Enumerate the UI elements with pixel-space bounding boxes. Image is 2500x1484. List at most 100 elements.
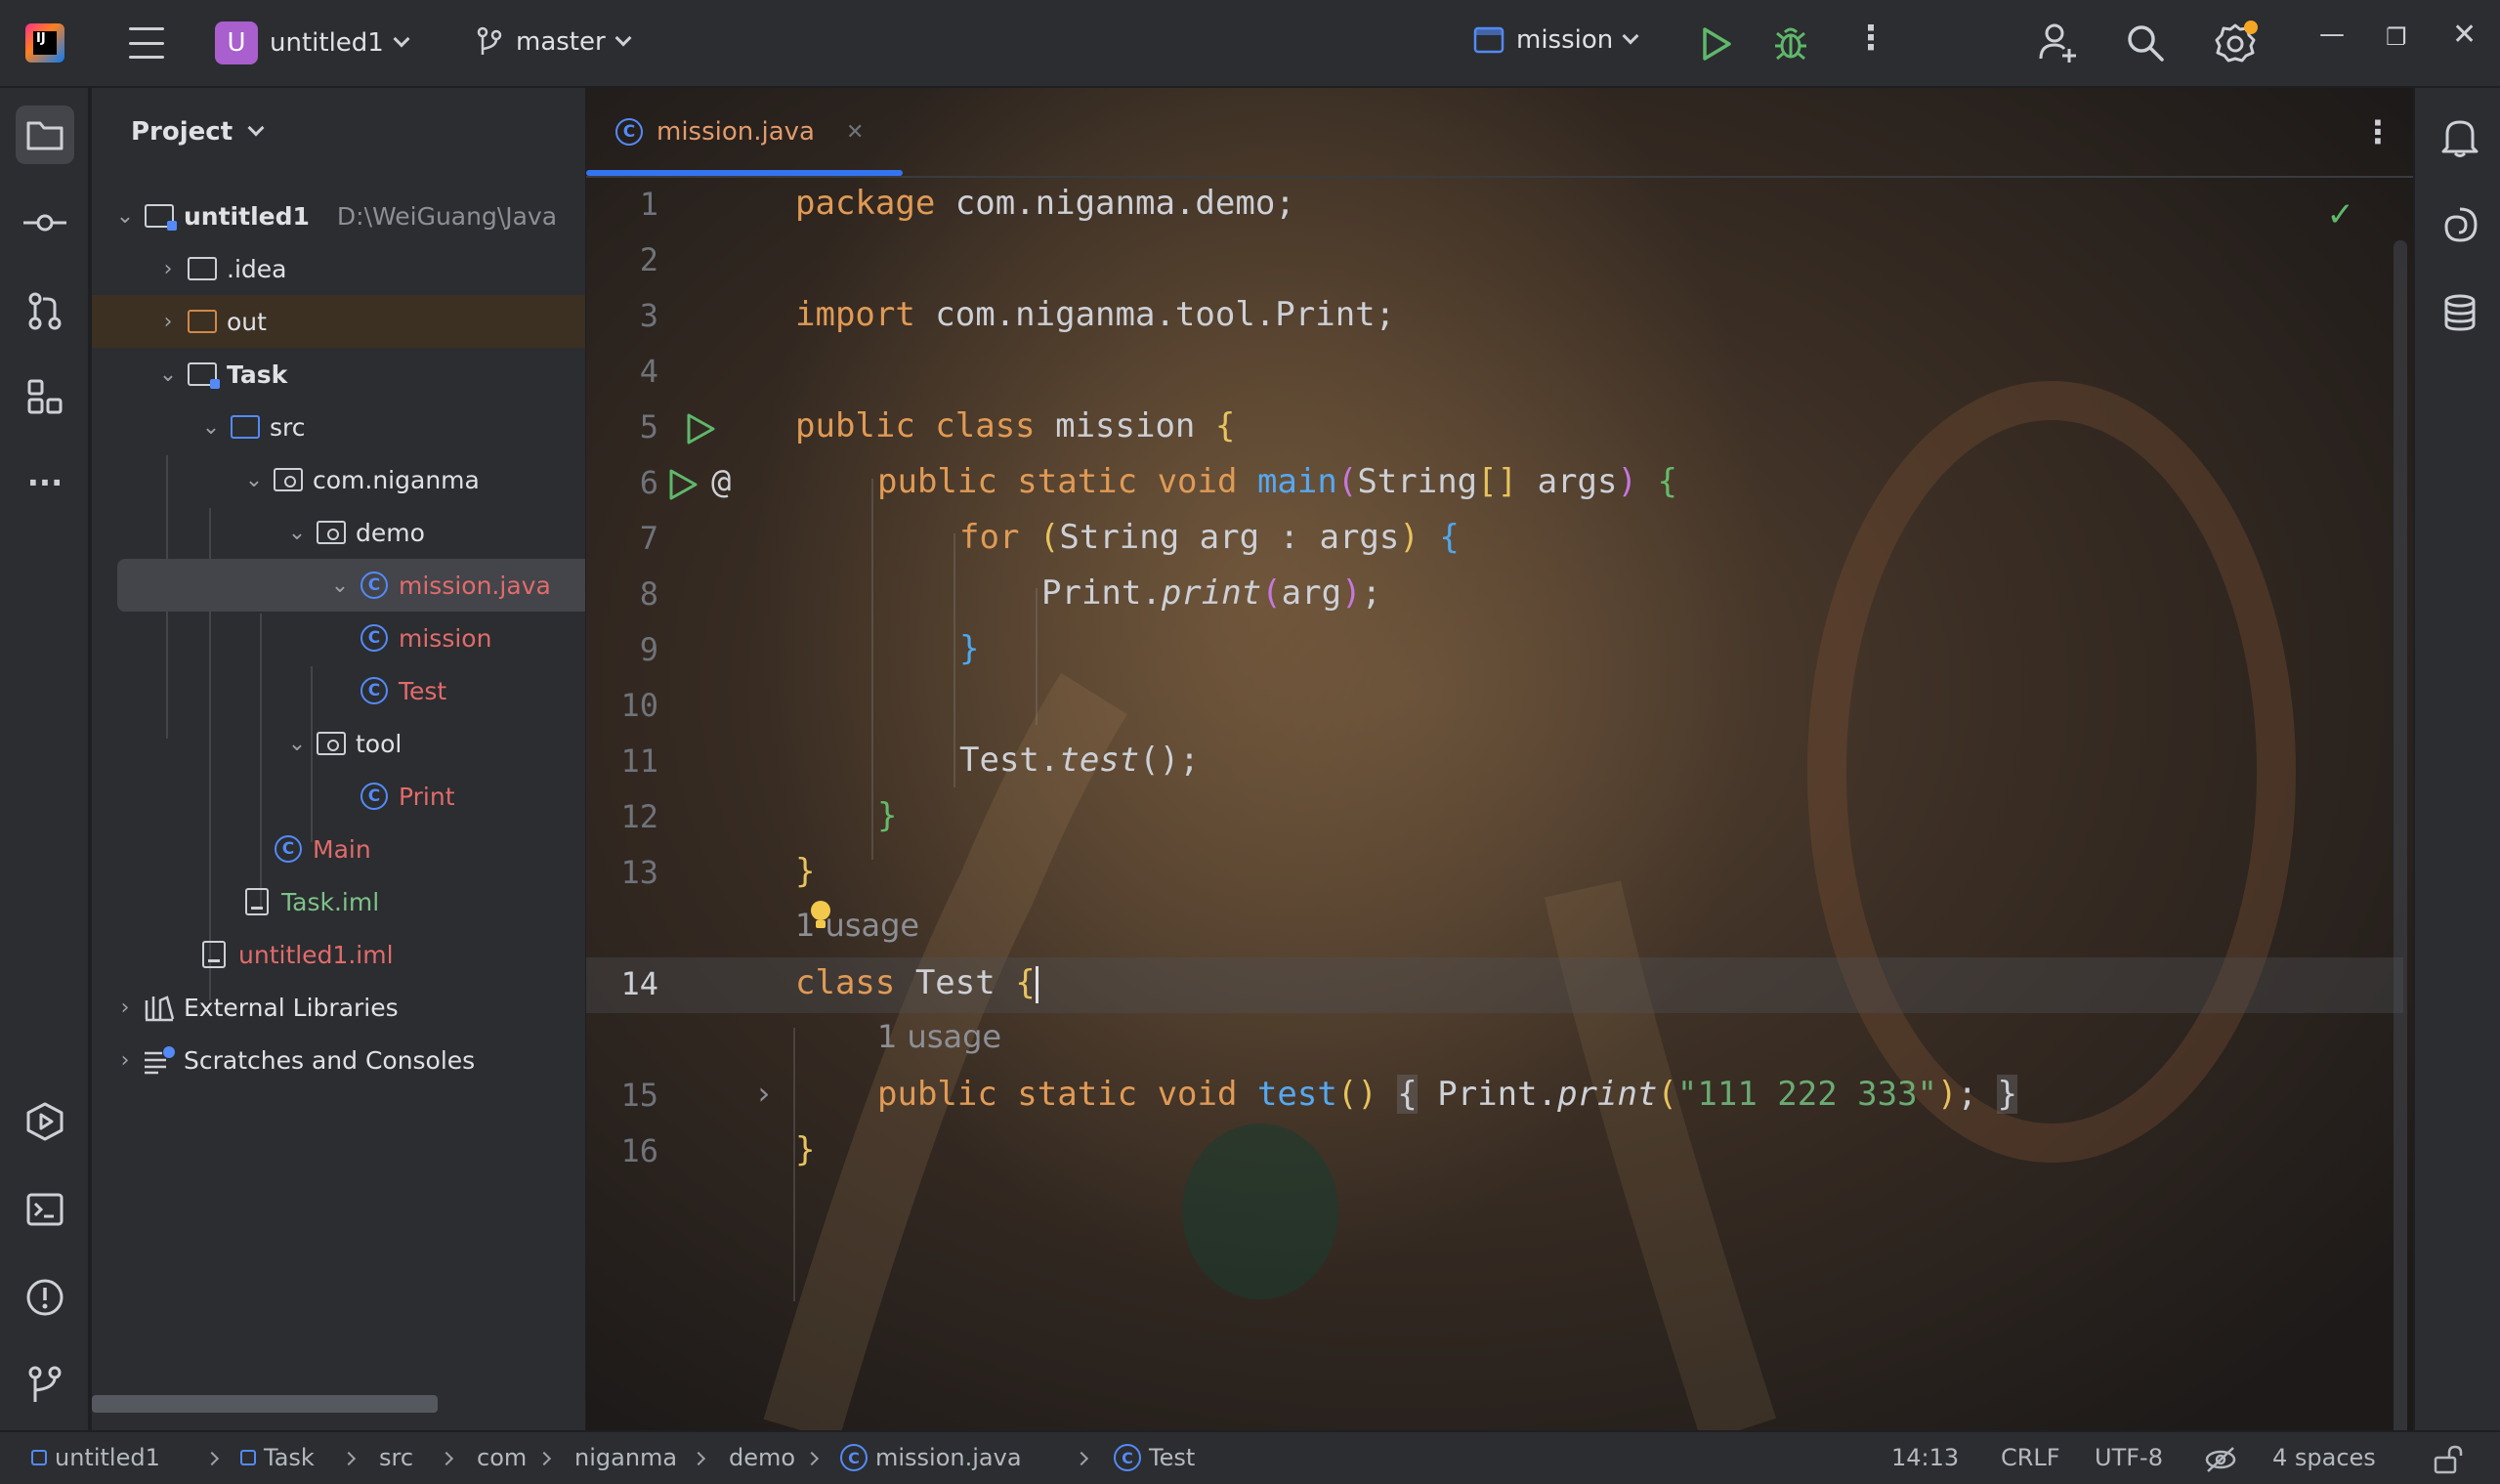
usage-hint[interactable]: 1 usage bbox=[877, 1018, 1001, 1055]
module-folder-icon bbox=[186, 360, 220, 389]
code-line: 7 for (String arg : args) { bbox=[586, 512, 2403, 568]
branch-name: master bbox=[516, 27, 606, 57]
tree-item-demo[interactable]: ⌄ demo bbox=[92, 506, 585, 559]
database-icon[interactable] bbox=[2433, 285, 2487, 340]
line-separator[interactable]: CRLF bbox=[2001, 1444, 2060, 1471]
run-gutter-icon[interactable] bbox=[666, 468, 699, 501]
excluded-folder-icon bbox=[186, 307, 219, 336]
ai-assistant-icon[interactable] bbox=[2433, 197, 2487, 252]
horizontal-scrollbar[interactable] bbox=[92, 1395, 438, 1413]
commit-icon[interactable] bbox=[16, 193, 74, 252]
tree-item-idea[interactable]: › .idea bbox=[92, 242, 585, 295]
problems-icon[interactable] bbox=[16, 1268, 74, 1327]
project-icon[interactable] bbox=[16, 106, 74, 164]
run-config-selector[interactable]: mission bbox=[1473, 25, 1639, 55]
status-bar: untitled1 Task src com niganma demo C mi… bbox=[0, 1430, 2500, 1484]
tree-item-test-class[interactable]: C Test bbox=[92, 664, 585, 717]
more-icon[interactable]: ⋮ bbox=[2362, 113, 2394, 150]
close-icon[interactable]: ✕ bbox=[2452, 18, 2477, 52]
tree-item-com-niganma[interactable]: ⌄ com.niganma bbox=[92, 453, 585, 506]
run-icon[interactable] bbox=[1700, 26, 1733, 62]
tree-item-main[interactable]: C Main bbox=[92, 823, 585, 875]
tree-item-src[interactable]: ⌄ src bbox=[92, 401, 585, 453]
tree-item-path: D:\WeiGuang\Java bbox=[336, 201, 558, 231]
more-icon[interactable]: ⋮ bbox=[1854, 21, 1887, 55]
breadcrumb-item[interactable]: src bbox=[379, 1444, 413, 1471]
debug-icon[interactable] bbox=[1772, 24, 1809, 62]
chevron-down-icon bbox=[614, 29, 632, 47]
tree-item-label: out bbox=[227, 307, 267, 336]
tab-mission-java[interactable]: C mission.java ✕ bbox=[615, 117, 864, 147]
tree-item-mission-class[interactable]: C mission bbox=[92, 612, 585, 664]
tree-item-mission-java[interactable]: ⌄ C mission.java bbox=[117, 559, 585, 612]
breadcrumb-item[interactable]: C mission.java bbox=[840, 1444, 1022, 1471]
breadcrumb-item[interactable]: untitled1 bbox=[31, 1444, 160, 1471]
tree-item-external-libraries[interactable]: › External Libraries bbox=[92, 981, 585, 1034]
run-config-name: mission bbox=[1516, 25, 1614, 55]
settings-icon[interactable] bbox=[2214, 20, 2259, 64]
line-number: 13 bbox=[620, 854, 658, 891]
tree-item-untitled1-iml[interactable]: untitled1.iml bbox=[92, 928, 585, 981]
breadcrumb-item[interactable]: com bbox=[477, 1444, 527, 1471]
chevron-right-icon: › bbox=[120, 1047, 130, 1073]
tree-item-untitled1[interactable]: ⌄ untitled1 D:\WeiGuang\Java bbox=[92, 190, 585, 242]
pull-requests-icon[interactable] bbox=[16, 281, 74, 340]
services-icon[interactable] bbox=[16, 1092, 74, 1151]
code-line: 1 package com.niganma.demo; bbox=[586, 178, 2403, 233]
lock-icon[interactable] bbox=[2433, 1444, 2464, 1475]
breadcrumb-item[interactable]: niganma bbox=[574, 1444, 677, 1471]
tree-item-tool[interactable]: ⌄ tool bbox=[92, 717, 585, 770]
chevron-right-icon bbox=[341, 1451, 357, 1466]
tree-item-label: External Libraries bbox=[184, 993, 399, 1022]
fold-expand-icon[interactable]: › bbox=[754, 1075, 773, 1112]
breadcrumb-item[interactable]: C Test bbox=[1114, 1444, 1195, 1471]
main-menu-icon[interactable] bbox=[129, 27, 164, 59]
tree-item-out[interactable]: › out bbox=[92, 295, 585, 348]
breadcrumb-item[interactable]: demo bbox=[729, 1444, 795, 1471]
search-icon[interactable] bbox=[2126, 23, 2165, 63]
run-gutter-icon[interactable] bbox=[684, 412, 717, 445]
add-user-icon[interactable] bbox=[2038, 21, 2079, 64]
line-number: 16 bbox=[620, 1132, 658, 1169]
indent-setting[interactable]: 4 spaces bbox=[2272, 1444, 2376, 1471]
inspection-off-icon[interactable] bbox=[2204, 1446, 2237, 1473]
structure-icon[interactable] bbox=[16, 367, 74, 426]
branch-switcher[interactable]: master bbox=[475, 25, 632, 59]
code-line: 10 bbox=[586, 679, 2403, 735]
override-at-icon[interactable]: @ bbox=[711, 462, 731, 501]
package-icon bbox=[315, 518, 348, 547]
restore-icon[interactable]: ❐ bbox=[2386, 23, 2407, 51]
package-icon bbox=[272, 465, 305, 494]
project-name: untitled1 bbox=[270, 28, 384, 58]
code-line: 12 } bbox=[586, 790, 2403, 846]
line-number: 8 bbox=[639, 575, 658, 613]
caret-position[interactable]: 14:13 bbox=[1891, 1444, 1959, 1471]
terminal-icon[interactable] bbox=[16, 1180, 74, 1239]
minimize-icon[interactable]: — bbox=[2319, 20, 2345, 49]
line-number: 9 bbox=[639, 631, 658, 668]
folder-icon bbox=[186, 254, 219, 283]
project-panel: Project ⌄ untitled1 D:\WeiGuang\Java › .… bbox=[92, 88, 585, 1430]
class-icon: C bbox=[358, 571, 391, 600]
project-switcher[interactable]: U untitled1 bbox=[215, 21, 410, 64]
tree-item-task[interactable]: ⌄ Task bbox=[92, 348, 585, 401]
more-tools-icon[interactable]: ··· bbox=[16, 453, 74, 512]
class-icon: C bbox=[358, 676, 391, 705]
lightbulb-icon[interactable] bbox=[809, 899, 832, 932]
git-icon[interactable] bbox=[16, 1356, 74, 1415]
chevron-down-icon: ⌄ bbox=[330, 572, 350, 598]
code-line: 13 } bbox=[586, 846, 2403, 902]
tree-item-print[interactable]: C Print bbox=[92, 770, 585, 823]
code-line: 6 @ public static void main(String[] arg… bbox=[586, 456, 2403, 512]
close-icon[interactable]: ✕ bbox=[846, 120, 864, 145]
tree-item-task-iml[interactable]: Task.iml bbox=[92, 875, 585, 928]
file-encoding[interactable]: UTF-8 bbox=[2095, 1444, 2163, 1471]
chevron-right-icon bbox=[536, 1451, 552, 1466]
breadcrumb-item[interactable]: Task bbox=[240, 1444, 315, 1471]
tree-item-label: mission.java bbox=[399, 571, 551, 600]
notifications-icon[interactable] bbox=[2433, 109, 2487, 164]
project-panel-header[interactable]: Project bbox=[131, 117, 265, 147]
chevron-down-icon bbox=[247, 119, 265, 137]
app-logo-icon[interactable]: IJ bbox=[25, 23, 64, 63]
tree-item-scratches[interactable]: › Scratches and Consoles bbox=[92, 1034, 585, 1086]
